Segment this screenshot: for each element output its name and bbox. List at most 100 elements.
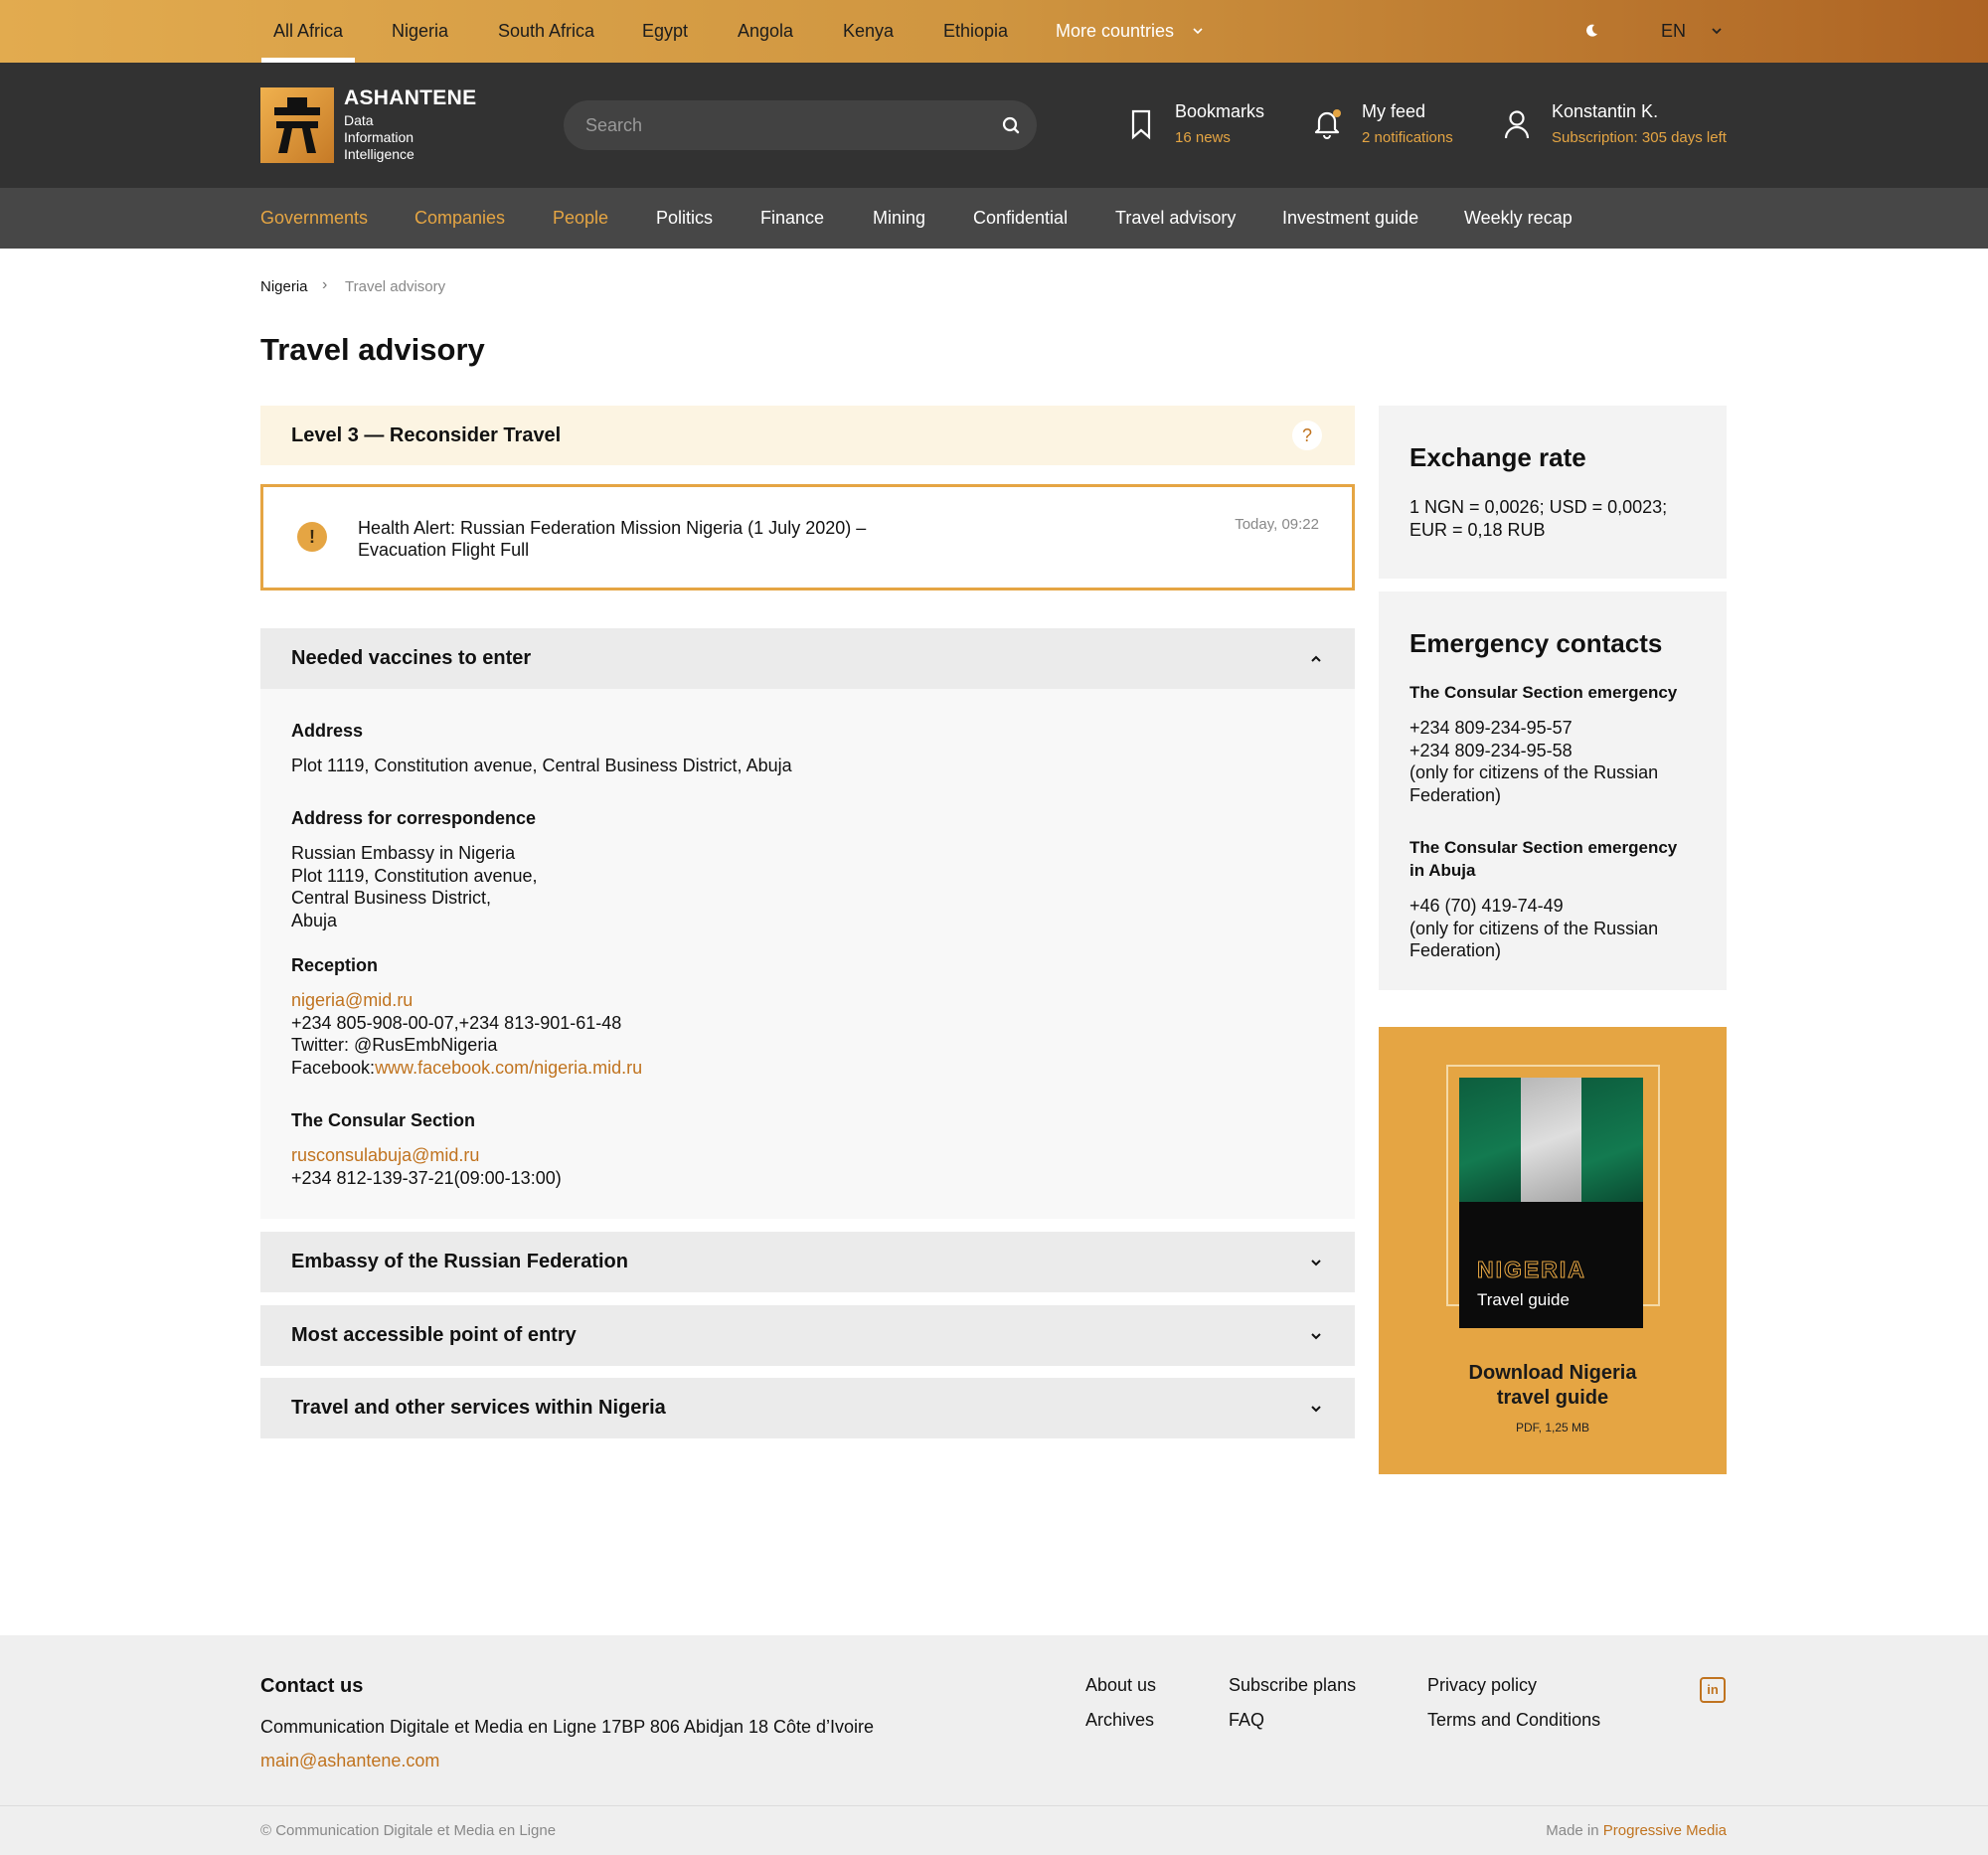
consular-phone: +234 812-139-37-21(09:00-13:00): [291, 1167, 562, 1188]
nav-companies[interactable]: Companies: [414, 188, 505, 249]
guide-cover-title: NIGERIA: [1477, 1257, 1586, 1283]
correspondence-address: Russian Embassy in Nigeria Plot 1119, Co…: [291, 842, 538, 931]
nav-weekly-recap[interactable]: Weekly recap: [1464, 188, 1573, 249]
health-alert-card[interactable]: ! Health Alert: Russian Federation Missi…: [260, 484, 1355, 590]
chevron-down-icon[interactable]: [1190, 23, 1206, 39]
bell-notification-icon[interactable]: [1312, 106, 1342, 140]
dark-mode-moon-icon[interactable]: [1583, 23, 1599, 39]
chevron-down-icon[interactable]: [1307, 1254, 1325, 1271]
page-title: Travel advisory: [260, 332, 485, 367]
emergency-phone: +234 809-234-95-58: [1409, 740, 1573, 760]
footer-archives[interactable]: Archives: [1085, 1710, 1154, 1731]
country-tab-kenya[interactable]: Kenya: [843, 0, 894, 63]
nav-mining[interactable]: Mining: [873, 188, 925, 249]
download-guide-link[interactable]: Download Nigeria travel guide: [1379, 1361, 1727, 1411]
brand-block[interactable]: ASHANTENE Data Information Intelligence: [344, 86, 476, 163]
accordion-point-of-entry[interactable]: Most accessible point of entry: [260, 1305, 1355, 1366]
reception-details: nigeria@mid.ru +234 805-908-00-07,+234 8…: [291, 989, 642, 1079]
accordion-embassy[interactable]: Embassy of the Russian Federation: [260, 1232, 1355, 1292]
breadcrumb-current: Travel advisory: [345, 278, 446, 295]
guide-cover-subtitle: Travel guide: [1477, 1290, 1570, 1309]
user-account-link[interactable]: Konstantin K. Subscription: 305 days lef…: [1552, 100, 1727, 146]
consular-section-details: rusconsulabuja@mid.ru +234 812-139-37-21…: [291, 1144, 562, 1189]
footer-email-link[interactable]: main@ashantene.com: [260, 1751, 439, 1771]
nav-finance[interactable]: Finance: [760, 188, 824, 249]
consular-email-link[interactable]: rusconsulabuja@mid.ru: [291, 1144, 562, 1167]
emergency-phone: +234 809-234-95-57: [1409, 718, 1573, 738]
emergency-title-line: The Consular Section emergency: [1409, 838, 1678, 857]
nav-confidential[interactable]: Confidential: [973, 188, 1068, 249]
country-tab-egypt[interactable]: Egypt: [642, 0, 688, 63]
guide-cover-image[interactable]: NIGERIA Travel guide: [1459, 1078, 1643, 1328]
accordion-title: Most accessible point of entry: [291, 1324, 577, 1346]
country-tab-south-africa[interactable]: South Africa: [498, 0, 594, 63]
breadcrumb-nigeria[interactable]: Nigeria: [260, 278, 308, 295]
accordion-title: Embassy of the Russian Federation: [291, 1251, 628, 1272]
bookmarks-link[interactable]: Bookmarks 16 news: [1175, 100, 1264, 146]
chevron-up-icon[interactable]: [1307, 650, 1325, 668]
reception-label: Reception: [291, 955, 379, 975]
accordion-travel-services[interactable]: Travel and other services within Nigeria: [260, 1378, 1355, 1438]
emergency-contact-1-details: +234 809-234-95-57 +234 809-234-95-58 (o…: [1409, 717, 1708, 806]
nav-governments[interactable]: Governments: [260, 188, 368, 249]
nigeria-flag-image: [1459, 1078, 1643, 1202]
language-selector[interactable]: EN: [1661, 0, 1686, 63]
emergency-note: (only for citizens of the Russian: [1409, 762, 1659, 782]
chevron-down-icon[interactable]: [1307, 1327, 1325, 1345]
chevron-down-icon[interactable]: [1307, 1400, 1325, 1418]
emergency-note: Federation): [1409, 784, 1502, 805]
emergency-contact-1-title: The Consular Section emergency: [1409, 683, 1678, 702]
bookmarks-title: Bookmarks: [1175, 101, 1265, 121]
chevron-down-icon[interactable]: [1709, 23, 1725, 39]
footer-about-us[interactable]: About us: [1085, 1675, 1156, 1696]
search-icon[interactable]: [999, 113, 1023, 137]
search-input[interactable]: Search: [564, 100, 1037, 150]
exchange-rate-line: 1 NGN = 0,0026; USD = 0,0023;: [1409, 497, 1668, 517]
emergency-contact-2-details: +46 (70) 419-74-49 (only for citizens of…: [1409, 895, 1708, 962]
reception-twitter: Twitter: @RusEmbNigeria: [291, 1035, 498, 1055]
country-tab-all-africa[interactable]: All Africa: [260, 0, 356, 63]
travel-guide-download-card[interactable]: NIGERIA Travel guide Download Nigeria tr…: [1379, 1027, 1727, 1474]
help-icon[interactable]: ?: [1292, 421, 1322, 450]
footer-faq[interactable]: FAQ: [1229, 1710, 1264, 1731]
nav-investment-guide[interactable]: Investment guide: [1282, 188, 1418, 249]
exchange-rate-title: Exchange rate: [1409, 442, 1586, 472]
brand-tagline-1: Data: [344, 112, 374, 128]
reception-email-link[interactable]: nigeria@mid.ru: [291, 989, 642, 1012]
breadcrumb-chevron-icon: ›: [322, 276, 328, 293]
footer-address: Communication Digitale et Media en Ligne…: [260, 1717, 875, 1737]
brand-name: ASHANTENE: [344, 86, 477, 109]
nav-people[interactable]: People: [553, 188, 608, 249]
accordion-needed-vaccines[interactable]: Needed vaccines to enter: [260, 628, 1355, 689]
country-tab-nigeria[interactable]: Nigeria: [392, 0, 448, 63]
nav-politics[interactable]: Politics: [656, 188, 713, 249]
linkedin-icon[interactable]: in: [1700, 1677, 1726, 1703]
footer-subscribe-plans[interactable]: Subscribe plans: [1229, 1675, 1356, 1696]
site-footer: Contact us Communication Digitale et Med…: [0, 1635, 1988, 1855]
brand-tagline-2: Information: [344, 129, 414, 145]
emergency-phone: +46 (70) 419-74-49: [1409, 896, 1564, 916]
more-countries-dropdown[interactable]: More countries: [1056, 0, 1174, 63]
footer-terms[interactable]: Terms and Conditions: [1427, 1710, 1600, 1731]
progressive-media-link[interactable]: Progressive Media: [1603, 1822, 1727, 1839]
footer-privacy-policy[interactable]: Privacy policy: [1427, 1675, 1537, 1696]
bookmark-icon[interactable]: [1129, 108, 1153, 140]
reception-facebook: Facebook:www.facebook.com/nigeria.mid.ru: [291, 1057, 642, 1080]
exchange-rate-card: Exchange rate 1 NGN = 0,0026; USD = 0,00…: [1379, 406, 1727, 579]
correspondence-label: Address for correspondence: [291, 808, 537, 828]
category-nav: Governments Companies People Politics Fi…: [0, 188, 1988, 249]
alert-line-2: Evacuation Flight Full: [358, 540, 530, 560]
bookmarks-count: 16 news: [1175, 129, 1231, 146]
country-tab-angola[interactable]: Angola: [738, 0, 793, 63]
ashantene-logo-icon[interactable]: [260, 87, 334, 163]
accordion-title: Travel and other services within Nigeria: [291, 1397, 666, 1419]
country-tab-ethiopia[interactable]: Ethiopia: [943, 0, 1008, 63]
nav-travel-advisory[interactable]: Travel advisory: [1115, 188, 1236, 249]
alert-line-1: Health Alert: Russian Federation Mission…: [358, 518, 867, 538]
my-feed-link[interactable]: My feed 2 notifications: [1362, 100, 1453, 146]
advisory-level-banner: Level 3 — Reconsider Travel ?: [260, 406, 1355, 465]
user-icon[interactable]: [1503, 108, 1531, 140]
made-in-credit: Made in Progressive Media: [1546, 1822, 1727, 1839]
facebook-link[interactable]: www.facebook.com/nigeria.mid.ru: [375, 1058, 642, 1078]
address-label: Address: [291, 721, 364, 741]
